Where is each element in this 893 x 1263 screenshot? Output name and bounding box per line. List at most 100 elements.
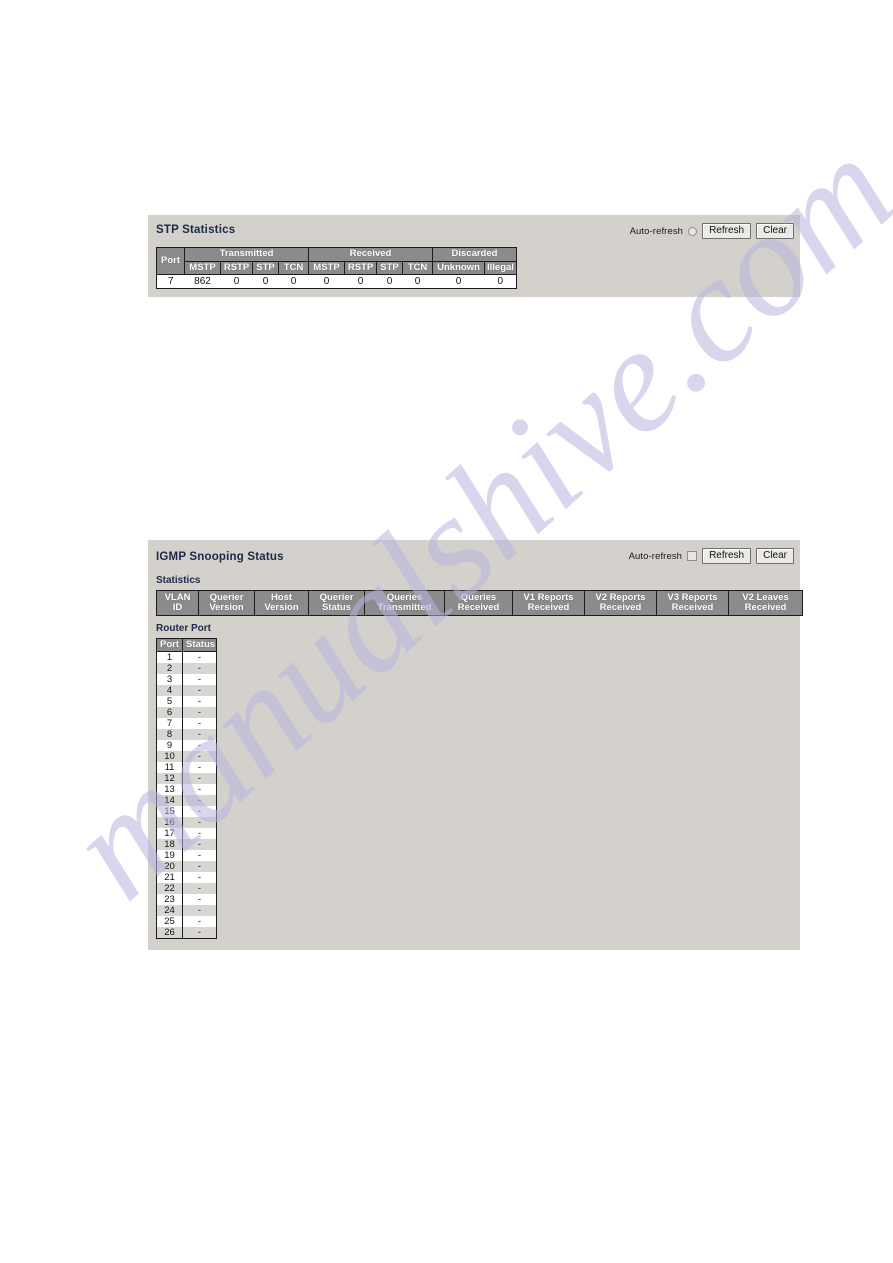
table-row: 12- <box>156 773 217 784</box>
router-port-status: - <box>182 674 217 685</box>
stp-auto-refresh-label: Auto-refresh <box>629 225 684 237</box>
router-port-number: 3 <box>156 674 183 685</box>
table-row: 3- <box>156 674 217 685</box>
table-row: 21- <box>156 872 217 883</box>
router-port-number: 9 <box>156 740 183 751</box>
stp-cell-10: 0 <box>484 274 517 289</box>
table-row: 7- <box>156 718 217 729</box>
router-port-number: 11 <box>156 762 183 773</box>
router-port-status: - <box>182 905 217 916</box>
stp-subheader-tx-mstp: MSTP <box>184 261 221 275</box>
router-port-number: 21 <box>156 872 183 883</box>
igmp-snooping-status-panel: IGMP Snooping Status Auto-refresh Refres… <box>148 540 803 950</box>
router-port-number: 4 <box>156 685 183 696</box>
router-port-body: 1-2-3-4-5-6-7-8-9-10-11-12-13-14-15-16-1… <box>156 651 217 939</box>
table-row: 1- <box>156 651 217 663</box>
stp-auto-refresh-checkbox[interactable] <box>688 226 698 236</box>
stp-group-header-row: Port Transmitted Received Discarded <box>156 247 517 275</box>
table-row: 20- <box>156 861 217 872</box>
router-port-status: - <box>182 916 217 927</box>
igmp-stats-header-5: Queries Received <box>444 590 513 616</box>
router-port-number: 7 <box>156 718 183 729</box>
igmp-stats-header-6: V1 Reports Received <box>512 590 585 616</box>
router-port-status: - <box>182 784 217 795</box>
router-port-status: - <box>182 685 217 696</box>
igmp-statistics-table: VLAN ID Querier Version Host Version Querier St… <box>156 590 803 616</box>
stp-cell-0: 7 <box>156 274 185 289</box>
table-row: 26- <box>156 927 217 939</box>
router-port-header-row: Port Status <box>156 638 217 652</box>
table-row: 25- <box>156 916 217 927</box>
igmp-auto-refresh-label: Auto-refresh <box>628 550 683 562</box>
table-row: 5- <box>156 696 217 707</box>
igmp-statistics-header-row: VLAN ID Querier Version Host Version Querier St… <box>156 590 803 616</box>
stp-subheader-rx-rstp: RSTP <box>344 261 377 275</box>
igmp-panel-title: IGMP Snooping Status <box>156 551 284 563</box>
router-port-status: - <box>182 861 217 872</box>
stp-subheader-rx-tcn: TCN <box>402 261 433 275</box>
router-port-number: 23 <box>156 894 183 905</box>
router-port-number: 16 <box>156 817 183 828</box>
table-row: 14- <box>156 795 217 806</box>
stp-cell-9: 0 <box>432 274 485 289</box>
router-port-number: 17 <box>156 828 183 839</box>
router-port-number: 14 <box>156 795 183 806</box>
router-port-header-port: Port <box>156 638 183 652</box>
router-port-status: - <box>182 751 217 762</box>
router-port-number: 6 <box>156 707 183 718</box>
table-row: 8- <box>156 729 217 740</box>
stp-cell-2: 0 <box>220 274 253 289</box>
router-port-status: - <box>182 795 217 806</box>
router-port-status: - <box>182 740 217 751</box>
stp-statistics-table: Port Transmitted Received Discarded MSTP… <box>156 247 517 289</box>
table-row: 11- <box>156 762 217 773</box>
stp-cell-4: 0 <box>278 274 309 289</box>
stp-panel-title: STP Statistics <box>156 224 236 236</box>
router-port-number: 1 <box>156 651 183 663</box>
stp-cell-7: 0 <box>376 274 403 289</box>
router-port-status: - <box>182 806 217 817</box>
table-row: 22- <box>156 883 217 894</box>
stp-subheader-rx-mstp: MSTP <box>308 261 345 275</box>
router-port-number: 20 <box>156 861 183 872</box>
router-port-number: 24 <box>156 905 183 916</box>
igmp-refresh-button[interactable]: Refresh <box>702 548 752 564</box>
igmp-stats-header-7: V2 Reports Received <box>584 590 657 616</box>
router-port-number: 5 <box>156 696 183 707</box>
router-port-number: 19 <box>156 850 183 861</box>
igmp-stats-header-0: VLAN ID <box>156 590 199 616</box>
router-port-status: - <box>182 696 217 707</box>
stp-subheader-rx-stp: STP <box>376 261 403 275</box>
igmp-stats-header-9: V2 Leaves Received <box>728 590 803 616</box>
igmp-stats-header-1: Querier Version <box>198 590 255 616</box>
router-port-status: - <box>182 839 217 850</box>
igmp-toolbar: Auto-refresh Refresh Clear <box>629 548 794 564</box>
stp-table-head: Port Transmitted Received Discarded MSTP… <box>156 247 517 275</box>
igmp-clear-button[interactable]: Clear <box>756 548 794 564</box>
router-port-number: 26 <box>156 927 183 939</box>
router-port-number: 10 <box>156 751 183 762</box>
stp-clear-button[interactable]: Clear <box>756 223 794 239</box>
stp-table-body: 7 862 0 0 0 0 0 0 0 0 0 <box>156 274 517 289</box>
stp-header-received: Received <box>308 247 433 262</box>
router-port-status: - <box>182 828 217 839</box>
igmp-auto-refresh-checkbox[interactable] <box>687 551 698 561</box>
table-row: 6- <box>156 707 217 718</box>
igmp-stats-header-8: V3 Reports Received <box>656 590 729 616</box>
stp-cell-8: 0 <box>402 274 433 289</box>
stp-header-transmitted: Transmitted <box>184 247 309 262</box>
router-port-status: - <box>182 817 217 828</box>
router-port-number: 22 <box>156 883 183 894</box>
stp-sub-header-row: MSTP RSTP STP TCN MSTP RSTP STP TCN Unkn… <box>157 261 517 275</box>
table-row: 4- <box>156 685 217 696</box>
router-port-number: 13 <box>156 784 183 795</box>
router-port-header-status: Status <box>182 638 217 652</box>
router-port-number: 18 <box>156 839 183 850</box>
router-port-status: - <box>182 872 217 883</box>
router-port-number: 15 <box>156 806 183 817</box>
router-port-number: 2 <box>156 663 183 674</box>
router-port-status: - <box>182 927 217 939</box>
router-port-status: - <box>182 894 217 905</box>
table-row: 23- <box>156 894 217 905</box>
stp-refresh-button[interactable]: Refresh <box>702 223 752 239</box>
